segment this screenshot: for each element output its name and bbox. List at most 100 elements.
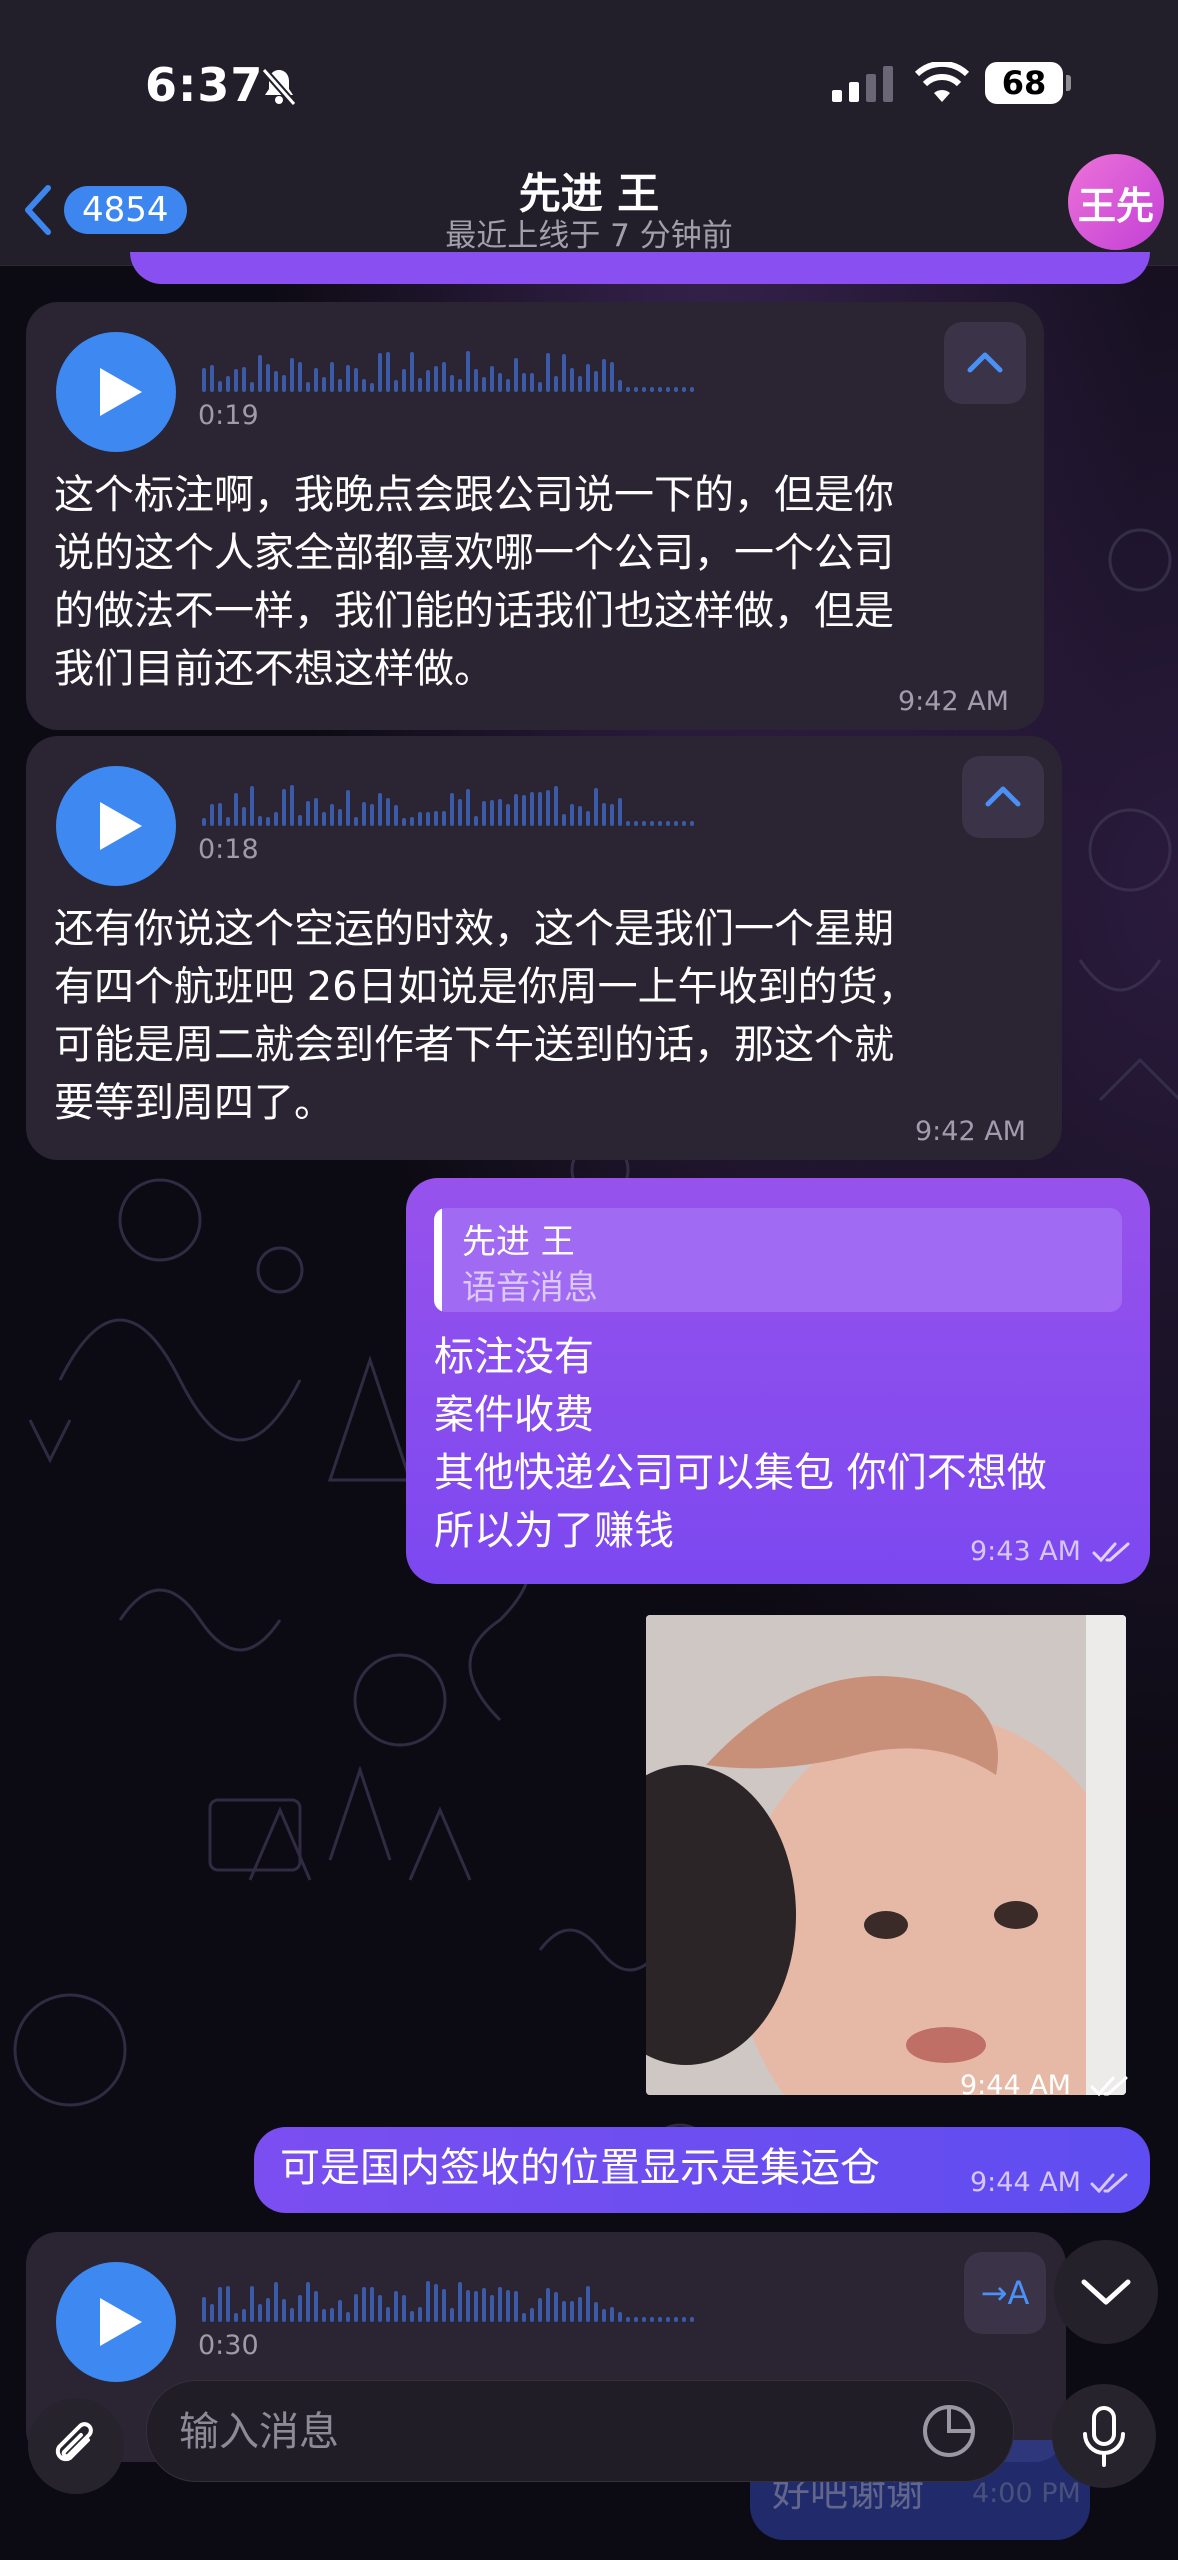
waveform-bar: [362, 802, 366, 826]
waveform: [202, 782, 694, 826]
waveform-bar: [594, 788, 598, 826]
transcription-text: 这个标注啊，我晚点会跟公司说一下的，但是你 说的这个人家全部都喜欢哪一个公司，一…: [54, 472, 894, 692]
waveform-bar: [626, 2317, 630, 2322]
chat-header: 先进 王 最近上线于 7 分钟前 4854 王先: [0, 154, 1178, 266]
waveform-bar: [434, 811, 438, 826]
reply-accent-bar: [434, 1208, 442, 1312]
waveform-bar: [666, 2317, 670, 2322]
waveform-bar: [242, 2309, 246, 2322]
waveform-bar: [458, 799, 462, 826]
message-time: 9:42 AM: [915, 1116, 1026, 1147]
unread-count-badge: 4854: [64, 186, 187, 234]
reply-message-type: 语音消息: [462, 1268, 598, 1308]
voice-message[interactable]: 0:18 还有你说这个空运的时效，这个是我们一个星期 有四个航班吧 26日如说是…: [26, 736, 1062, 1160]
sticker-icon: [923, 2405, 975, 2457]
scroll-down-button[interactable]: [1054, 2240, 1158, 2344]
message-input-field[interactable]: [146, 2380, 1014, 2483]
waveform-bar: [690, 821, 694, 826]
waveform-bar: [498, 799, 502, 826]
waveform-bar: [306, 382, 310, 392]
waveform-bar: [466, 351, 470, 392]
back-button[interactable]: 4854: [18, 180, 187, 240]
waveform-bar: [634, 2317, 638, 2322]
waveform-bar: [290, 785, 294, 826]
waveform-bar: [634, 387, 638, 392]
waveform-bar: [394, 805, 398, 826]
sticker-image[interactable]: [646, 1615, 1126, 2095]
voice-message[interactable]: 0:19 这个标注啊，我晚点会跟公司说一下的，但是你 说的这个人家全部都喜欢哪一…: [26, 302, 1044, 730]
paperclip-icon: [55, 2422, 93, 2462]
waveform-bar: [490, 366, 494, 392]
outgoing-reply-message[interactable]: 先进 王 语音消息 标注没有 案件收费 其他快递公司可以集包 你们不想做 所以为…: [406, 1178, 1150, 1584]
waveform-bar: [466, 2290, 470, 2322]
quoted-reply[interactable]: 先进 王 语音消息: [434, 1208, 1122, 1312]
waveform-bar: [546, 2288, 550, 2322]
waveform-bar: [202, 818, 206, 826]
waveform-bar: [210, 2304, 214, 2322]
contact-avatar[interactable]: 王先: [1068, 154, 1164, 250]
waveform-bar: [250, 786, 254, 826]
transcribe-button[interactable]: →A: [964, 2252, 1046, 2334]
waveform-bar: [466, 789, 470, 826]
bell-muted-icon: [258, 66, 300, 112]
waveform-bar: [330, 2308, 334, 2322]
voice-record-button[interactable]: [1052, 2384, 1156, 2488]
transcription-toggle-button[interactable]: [962, 756, 1044, 838]
waveform-bar: [642, 821, 646, 826]
waveform-bar: [626, 387, 630, 392]
waveform-bar: [490, 2295, 494, 2322]
waveform-bar: [402, 2295, 406, 2322]
waveform-bar: [682, 387, 686, 392]
waveform-bar: [602, 803, 606, 826]
waveform-bar: [506, 804, 510, 826]
waveform-bar: [282, 375, 286, 392]
reply-sender: 先进 王: [462, 1222, 575, 1262]
message-text: 标注没有 案件收费 其他快递公司可以集包 你们不想做 所以为了赚钱: [434, 1334, 1047, 1554]
waveform-bar: [578, 376, 582, 392]
voice-duration: 0:30: [198, 2330, 259, 2361]
waveform-bar: [474, 816, 478, 826]
status-bar: 6:37 68: [0, 0, 1178, 160]
waveform-bar: [226, 376, 230, 392]
waveform-bar: [650, 387, 654, 392]
waveform-bar: [658, 2317, 662, 2322]
waveform-bar: [522, 795, 526, 826]
sticker-button[interactable]: [921, 2403, 977, 2463]
play-button[interactable]: [56, 766, 176, 886]
waveform-bar: [354, 368, 358, 392]
waveform-bar: [330, 804, 334, 826]
waveform-bar: [370, 804, 374, 826]
waveform-bar: [346, 2312, 350, 2322]
waveform-bar: [282, 789, 286, 826]
battery-tip: [1066, 75, 1071, 91]
waveform-bar: [554, 786, 558, 826]
waveform-bar: [250, 382, 254, 392]
waveform-bar: [682, 821, 686, 826]
chevron-left-icon: [25, 185, 51, 235]
chevron-up-icon: [985, 786, 1021, 807]
waveform-bar: [690, 387, 694, 392]
waveform-bar: [258, 2304, 262, 2322]
waveform-bar: [554, 376, 558, 392]
waveform-bar: [618, 2312, 622, 2322]
play-icon: [100, 368, 142, 416]
transcription-toggle-button[interactable]: [944, 322, 1026, 404]
play-button[interactable]: [56, 332, 176, 452]
waveform-bar: [202, 368, 206, 392]
message-input[interactable]: [177, 2381, 881, 2483]
play-button[interactable]: [56, 2262, 176, 2382]
waveform-bar: [418, 2307, 422, 2322]
outgoing-text-message[interactable]: 可是国内签收的位置显示是集运仓 9:44 AM: [254, 2127, 1150, 2213]
waveform-bar: [674, 387, 678, 392]
double-check-icon: [1092, 1542, 1130, 1563]
waveform-bar: [370, 383, 374, 392]
double-check-icon: [1090, 2173, 1128, 2194]
attach-button[interactable]: [28, 2398, 124, 2494]
waveform-bar: [394, 380, 398, 392]
waveform-bar: [570, 804, 574, 826]
waveform-bar: [314, 798, 318, 826]
waveform-bar: [298, 815, 302, 826]
waveform-bar: [450, 793, 454, 826]
waveform-bar: [434, 2284, 438, 2322]
waveform-bar: [642, 2317, 646, 2322]
